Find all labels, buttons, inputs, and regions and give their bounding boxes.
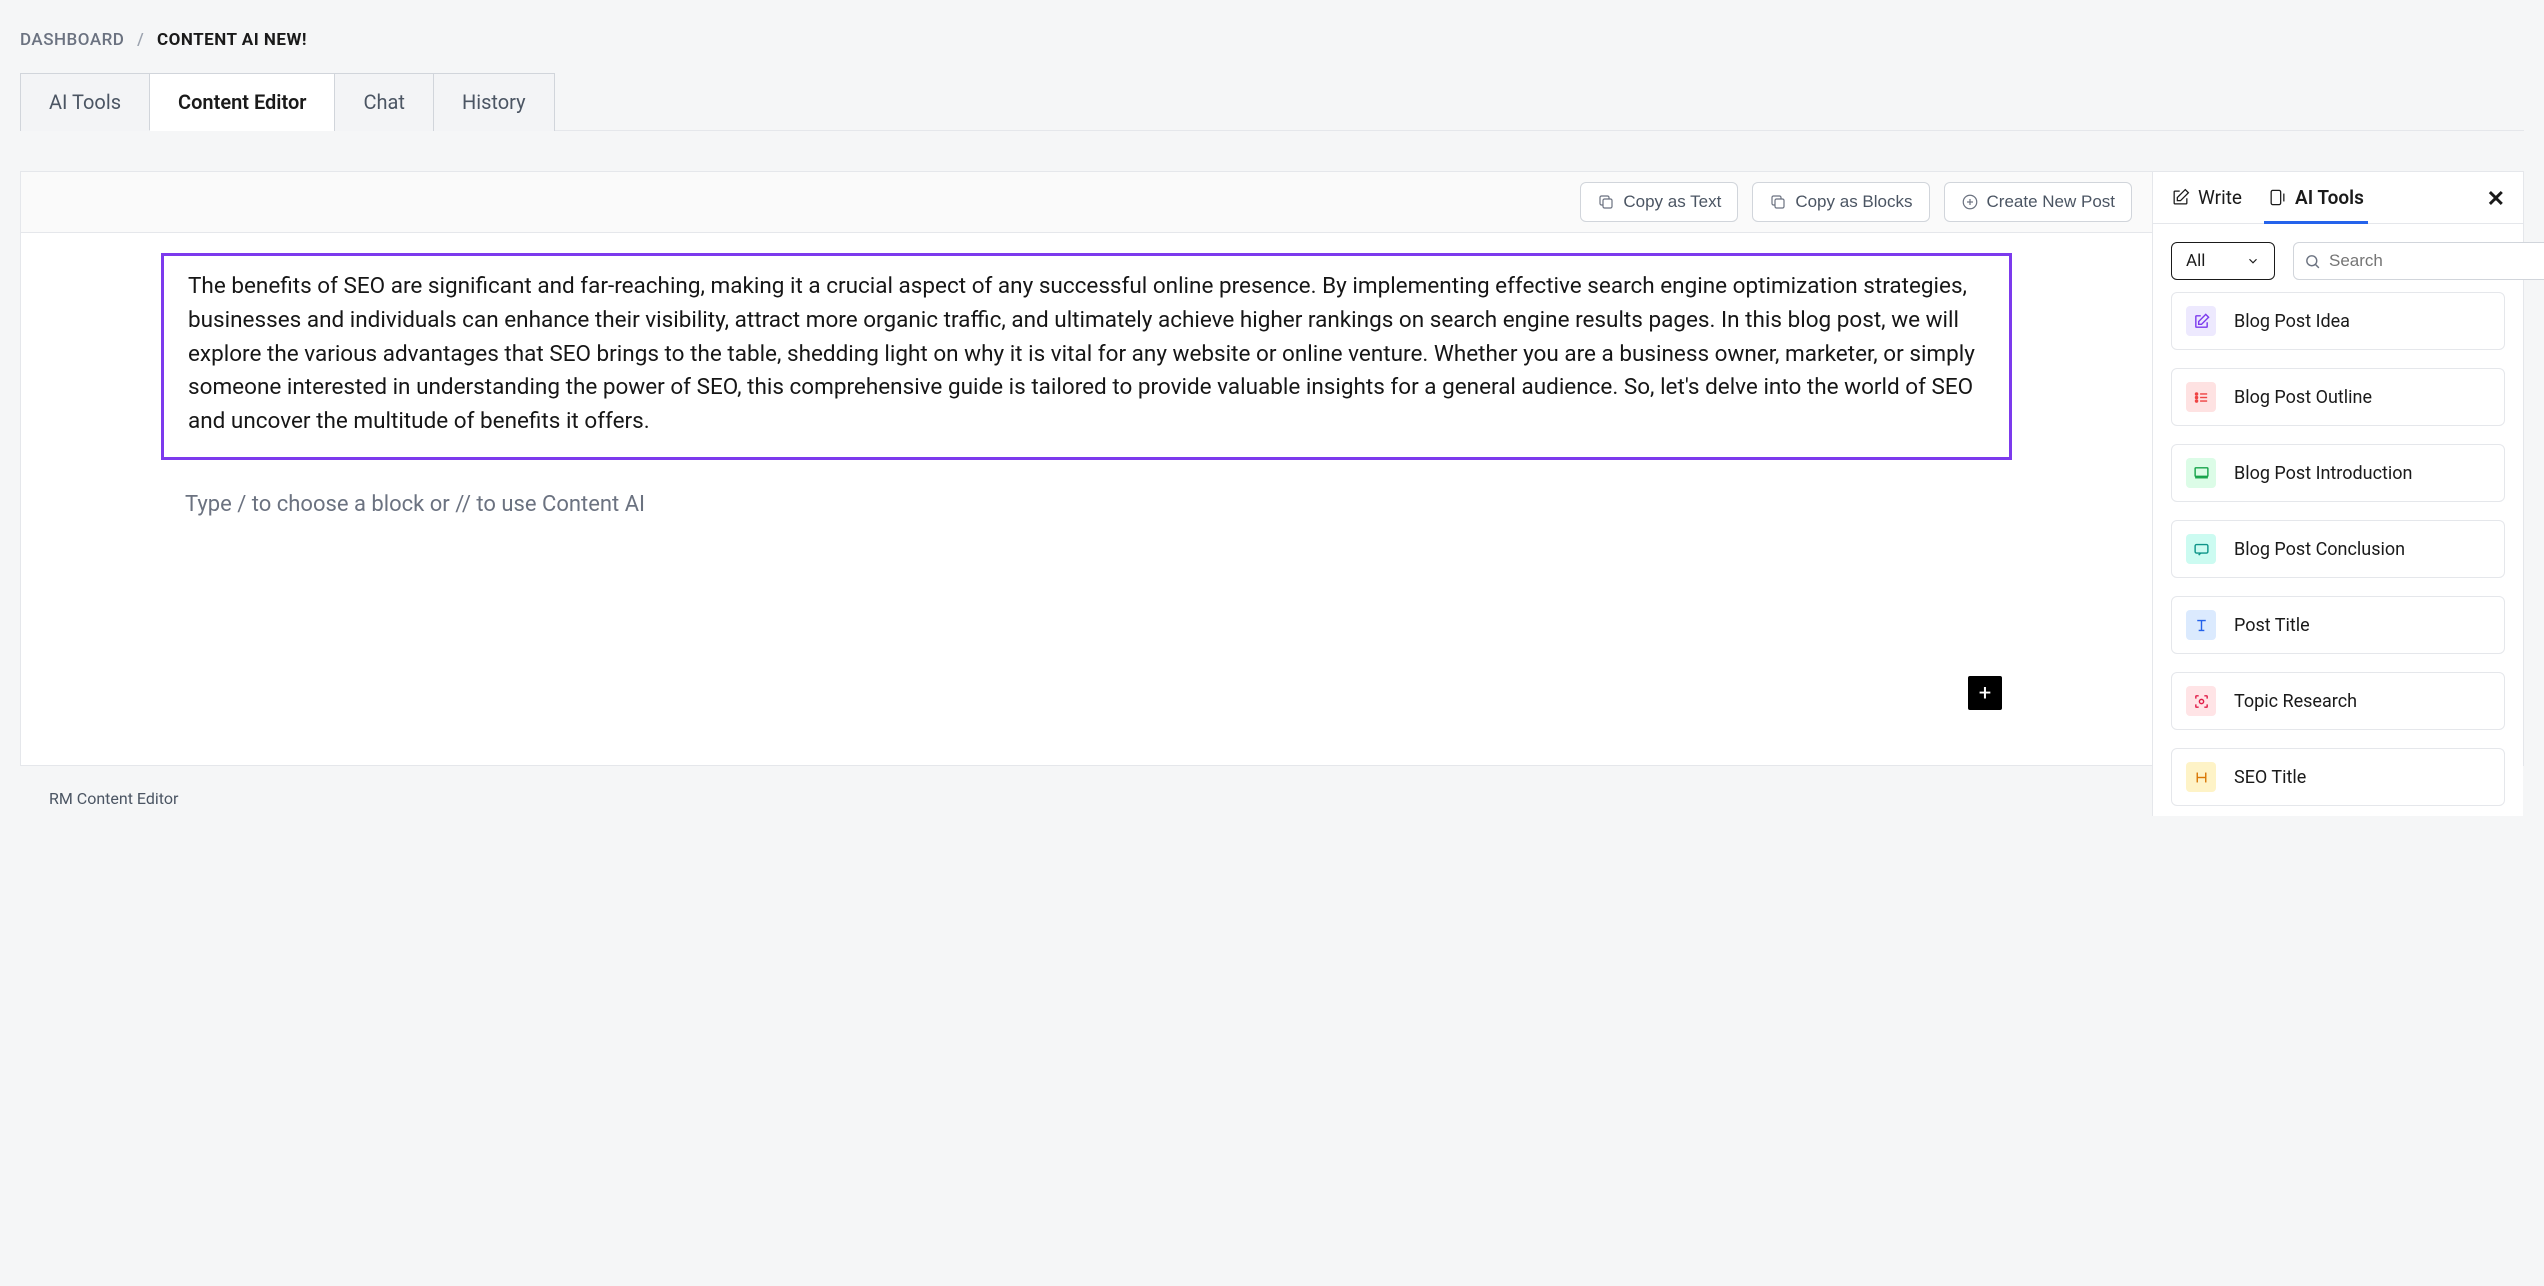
breadcrumb-root[interactable]: DASHBOARD — [20, 30, 124, 50]
editor-footer: RM Content Editor — [21, 780, 2152, 816]
sidebar-tabs: Write AI Tools ✕ — [2153, 172, 2523, 224]
tool-label: Blog Post Idea — [2234, 311, 2350, 332]
tool-label: Topic Research — [2234, 691, 2357, 712]
tool-blog-post-idea[interactable]: Blog Post Idea — [2171, 292, 2505, 350]
tool-label: Blog Post Outline — [2234, 387, 2372, 408]
add-block-button[interactable]: + — [1968, 676, 2002, 710]
copy-as-text-label: Copy as Text — [1623, 192, 1721, 212]
copy-as-blocks-button[interactable]: Copy as Blocks — [1752, 182, 1929, 222]
sidebar: Write AI Tools ✕ All / — [2153, 172, 2523, 816]
tool-blog-post-introduction[interactable]: Blog Post Introduction — [2171, 444, 2505, 502]
filter-selected-label: All — [2186, 251, 2205, 271]
close-icon: ✕ — [2487, 187, 2505, 212]
search-icon — [2304, 253, 2321, 270]
tool-icon — [2268, 188, 2287, 207]
editor-body[interactable]: The benefits of SEO are significant and … — [21, 233, 2152, 780]
monitor-icon — [2186, 458, 2216, 488]
sidebar-tab-ai-tools[interactable]: AI Tools — [2268, 186, 2364, 223]
editor-toolbar: Copy as Text Copy as Blocks Create New P… — [21, 172, 2152, 233]
tab-content-editor[interactable]: Content Editor — [149, 73, 335, 131]
tool-label: Blog Post Introduction — [2234, 463, 2412, 484]
list-icon — [2186, 382, 2216, 412]
breadcrumb-separator: / — [137, 30, 144, 50]
tool-label: Post Title — [2234, 615, 2310, 636]
tab-history[interactable]: History — [433, 73, 555, 131]
heading-icon — [2186, 762, 2216, 792]
tool-label: SEO Title — [2234, 767, 2306, 788]
sidebar-tab-ai-tools-label: AI Tools — [2295, 186, 2364, 209]
edit-icon — [2186, 306, 2216, 336]
sidebar-tab-write-label: Write — [2198, 186, 2242, 209]
content-block-selected[interactable]: The benefits of SEO are significant and … — [161, 253, 2012, 460]
scan-icon — [2186, 686, 2216, 716]
breadcrumb: DASHBOARD / CONTENT AI NEW! — [0, 0, 2544, 50]
close-sidebar-button[interactable]: ✕ — [2487, 187, 2505, 222]
tool-post-title[interactable]: Post Title — [2171, 596, 2505, 654]
sidebar-tab-write[interactable]: Write — [2171, 186, 2242, 223]
main-panel: Copy as Text Copy as Blocks Create New P… — [20, 171, 2524, 766]
create-new-post-button[interactable]: Create New Post — [1944, 182, 2133, 222]
editor-area: Copy as Text Copy as Blocks Create New P… — [21, 172, 2153, 816]
plus-circle-icon — [1961, 193, 1979, 211]
tool-seo-title[interactable]: SEO Title — [2171, 748, 2505, 806]
chevron-down-icon — [2246, 254, 2260, 268]
breadcrumb-current: CONTENT AI NEW! — [157, 30, 307, 50]
tab-chat[interactable]: Chat — [334, 73, 433, 131]
text-icon — [2186, 610, 2216, 640]
main-tabs: AI Tools Content Editor Chat History — [20, 72, 2524, 131]
copy-as-blocks-label: Copy as Blocks — [1795, 192, 1912, 212]
search-input-wrap[interactable]: / — [2293, 242, 2544, 280]
copy-icon — [1769, 193, 1787, 211]
search-input[interactable] — [2329, 243, 2544, 279]
plus-icon: + — [1979, 681, 1991, 706]
editor-placeholder-line[interactable]: Type / to choose a block or // to use Co… — [161, 490, 2012, 519]
copy-icon — [1597, 193, 1615, 211]
copy-as-text-button[interactable]: Copy as Text — [1580, 182, 1738, 222]
ai-tools-list: Blog Post Idea Blog Post Outline Blog Po… — [2153, 292, 2523, 816]
tool-blog-post-outline[interactable]: Blog Post Outline — [2171, 368, 2505, 426]
tool-topic-research[interactable]: Topic Research — [2171, 672, 2505, 730]
tool-label: Blog Post Conclusion — [2234, 539, 2405, 560]
sidebar-filters: All / — [2153, 224, 2523, 292]
edit-icon — [2171, 188, 2190, 207]
tool-blog-post-conclusion[interactable]: Blog Post Conclusion — [2171, 520, 2505, 578]
create-new-post-label: Create New Post — [1987, 192, 2116, 212]
chat-icon — [2186, 534, 2216, 564]
tab-ai-tools[interactable]: AI Tools — [20, 73, 150, 131]
filter-dropdown[interactable]: All — [2171, 242, 2275, 280]
